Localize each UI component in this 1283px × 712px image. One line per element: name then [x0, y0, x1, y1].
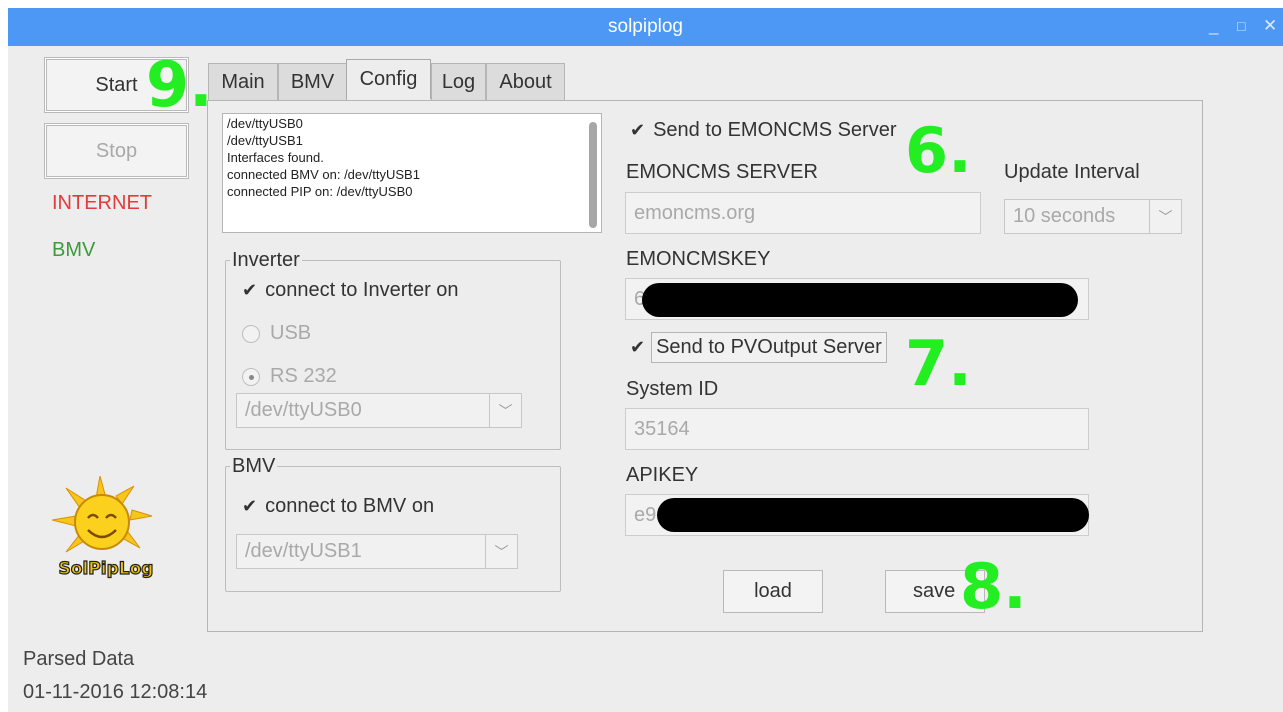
- inverter-port-select[interactable]: /dev/ttyUSB0 ﹀: [236, 393, 522, 428]
- apikey-label: APIKEY: [626, 464, 699, 486]
- checkmark-icon: ✔: [630, 120, 646, 140]
- minimize-icon[interactable]: _: [1209, 16, 1218, 36]
- bmv-legend: BMV: [230, 455, 278, 478]
- window-title: solpiplog: [608, 16, 683, 37]
- annotation-7: 7.: [905, 327, 972, 400]
- log-line: connected BMV on: /dev/ttyUSB1: [227, 167, 420, 182]
- log-line: /dev/ttyUSB0: [227, 116, 303, 131]
- interface-log[interactable]: /dev/ttyUSB0 /dev/ttyUSB1 Interfaces fou…: [222, 113, 602, 233]
- chevron-down-icon: ﹀: [485, 535, 517, 568]
- send-pvoutput-label: Send to PVOutput Server: [651, 332, 887, 363]
- radio-icon: [242, 324, 260, 343]
- emoncms-server-input[interactable]: emoncms.org: [625, 192, 981, 234]
- bmv-status: BMV: [52, 239, 96, 261]
- parsed-timestamp: 01-11-2016 12:08:14: [23, 681, 208, 703]
- tab-log[interactable]: Log: [431, 63, 486, 101]
- tab-bmv[interactable]: BMV: [278, 63, 347, 101]
- rs232-label: RS 232: [270, 365, 337, 387]
- checkmark-icon: ✔: [242, 496, 258, 516]
- redaction-mark: [657, 498, 1089, 532]
- radio-selected-icon: [242, 367, 260, 386]
- log-line: connected PIP on: /dev/ttyUSB0: [227, 184, 413, 199]
- send-pvoutput-checkbox[interactable]: ✔ Send to PVOutput Server: [630, 332, 887, 363]
- bmv-port-select[interactable]: /dev/ttyUSB1 ﹀: [236, 534, 518, 569]
- redaction-mark: [642, 283, 1078, 317]
- send-emoncms-checkbox[interactable]: ✔ Send to EMONCMS Server: [630, 119, 897, 142]
- chevron-down-icon: ﹀: [489, 394, 521, 427]
- log-line: Interfaces found.: [227, 150, 324, 165]
- maximize-icon[interactable]: □: [1237, 18, 1245, 34]
- tab-main[interactable]: Main: [208, 63, 278, 101]
- connect-inverter-label: connect to Inverter on: [265, 279, 459, 301]
- bmv-group: BMV: [225, 455, 561, 592]
- annotation-6: 6.: [905, 114, 972, 187]
- annotation-9: 9.: [146, 48, 213, 121]
- load-button[interactable]: load: [723, 570, 823, 613]
- annotation-8: 8.: [960, 550, 1027, 623]
- title-bar: solpiplog _ □ ✕: [8, 8, 1283, 46]
- connect-bmv-checkbox[interactable]: ✔ connect to BMV on: [242, 495, 434, 518]
- sun-logo-icon: SolPipLog: [51, 475, 162, 580]
- update-interval-label: Update Interval: [1004, 161, 1140, 183]
- rs232-radio[interactable]: RS 232: [242, 365, 337, 388]
- usb-radio[interactable]: USB: [242, 322, 311, 345]
- system-id-label: System ID: [626, 378, 719, 400]
- connect-inverter-checkbox[interactable]: ✔ connect to Inverter on: [242, 279, 459, 302]
- update-interval-select[interactable]: 10 seconds ﹀: [1004, 199, 1182, 234]
- inverter-port-value: /dev/ttyUSB0: [245, 399, 362, 421]
- send-emoncms-label: Send to EMONCMS Server: [653, 119, 897, 141]
- emoncms-key-label: EMONCMSKEY: [626, 248, 771, 270]
- bmv-port-value: /dev/ttyUSB1: [245, 540, 362, 562]
- logo-text: SolPipLog: [59, 559, 154, 579]
- parsed-data-label: Parsed Data: [23, 648, 135, 670]
- log-scrollbar[interactable]: [589, 122, 597, 228]
- inverter-legend: Inverter: [230, 249, 302, 272]
- usb-label: USB: [270, 322, 312, 344]
- connect-bmv-label: connect to BMV on: [265, 495, 435, 517]
- update-interval-value: 10 seconds: [1013, 205, 1116, 227]
- emoncms-server-label: EMONCMS SERVER: [626, 161, 818, 183]
- log-line: /dev/ttyUSB1: [227, 133, 303, 148]
- tab-about[interactable]: About: [486, 63, 565, 101]
- checkmark-icon: ✔: [630, 337, 646, 357]
- stop-button[interactable]: Stop: [46, 125, 187, 177]
- tab-config[interactable]: Config: [346, 59, 431, 99]
- chevron-down-icon: ﹀: [1149, 200, 1181, 233]
- system-id-input[interactable]: 35164: [625, 408, 1089, 450]
- checkmark-icon: ✔: [242, 280, 258, 300]
- internet-status: INTERNET: [52, 192, 152, 214]
- close-icon[interactable]: ✕: [1263, 16, 1277, 36]
